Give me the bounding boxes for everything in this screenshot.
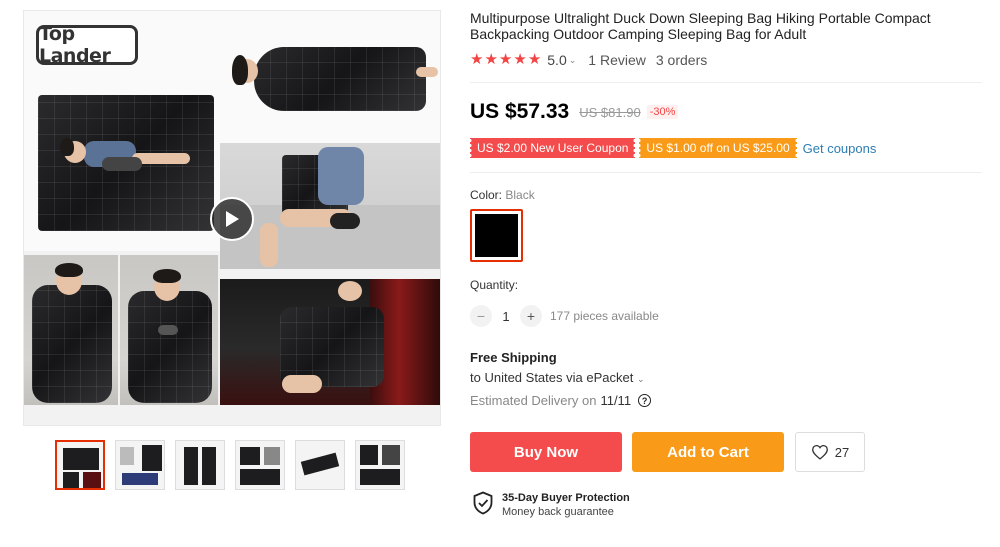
play-icon	[226, 211, 239, 227]
increase-quantity-button[interactable]: +	[520, 305, 542, 327]
thumbnail-2[interactable]	[115, 440, 165, 490]
image-panel-man-wrapped-2	[120, 255, 218, 405]
star-icon: ★	[513, 51, 527, 68]
original-price: US $81.90	[579, 104, 641, 120]
chevron-down-icon: ⌄	[636, 374, 645, 384]
star-icon: ★	[527, 51, 542, 68]
chevron-down-icon[interactable]: ⌄	[569, 55, 577, 66]
rating-stars: ★ ★ ★ ★ ★	[470, 52, 541, 68]
swatch-fill	[475, 214, 518, 257]
wishlist-count: 27	[834, 444, 850, 460]
star-icon: ★	[470, 51, 484, 68]
wishlist-button[interactable]: 27	[795, 432, 865, 472]
delivery-date: 11/11	[600, 393, 632, 408]
protection-text: 35-Day Buyer Protection Money back guara…	[502, 491, 630, 519]
shipping-destination-text: to United States via ePacket	[470, 370, 634, 385]
protection-title: 35-Day Buyer Protection	[502, 492, 630, 504]
thumbnail-6[interactable]	[355, 440, 405, 490]
shipping-destination[interactable]: to United States via ePacket ⌄	[470, 370, 644, 385]
stock-available: 177 pieces available	[550, 309, 659, 323]
rating-row: ★ ★ ★ ★ ★ 5.0 ⌄ 1 Review 3 orders	[470, 52, 708, 69]
play-video-button[interactable]	[210, 197, 254, 241]
new-user-coupon[interactable]: US $2.00 New User Coupon	[467, 138, 638, 158]
thumbnail-4[interactable]	[235, 440, 285, 490]
thumbnail-strip	[55, 440, 405, 490]
heart-icon	[811, 444, 828, 460]
discount-badge: -30%	[646, 105, 679, 119]
store-coupon[interactable]: US $1.00 off on US $25.00	[637, 138, 799, 158]
thumbnail-5[interactable]	[295, 440, 345, 490]
divider	[470, 82, 982, 83]
orders-count: 3 orders	[655, 52, 708, 68]
buyer-protection: 35-Day Buyer Protection Money back guara…	[472, 491, 630, 519]
shipping-title: Free Shipping	[470, 350, 557, 365]
image-panel-man-wrapped-1	[24, 255, 118, 405]
current-price: US $57.33	[470, 100, 570, 123]
quantity-value[interactable]: 1	[492, 309, 520, 324]
add-to-cart-button[interactable]: Add to Cart	[632, 432, 784, 472]
product-title: Multipurpose Ultralight Duck Down Sleepi…	[470, 10, 931, 42]
color-label: Color: Black	[470, 188, 535, 202]
thumbnail-3[interactable]	[175, 440, 225, 490]
image-panel-car-seat	[220, 279, 440, 405]
delivery-label: Estimated Delivery on	[470, 393, 597, 408]
divider	[470, 172, 982, 173]
color-value: Black	[505, 188, 535, 202]
color-swatch-black[interactable]	[470, 209, 523, 262]
image-panel-sofa-pillow	[220, 143, 440, 269]
help-icon[interactable]: ?	[638, 394, 652, 407]
star-icon: ★	[484, 51, 498, 68]
price-row: US $57.33 US $81.90 -30%	[470, 100, 679, 124]
coupon-row: US $2.00 New User Coupon US $1.00 off on…	[467, 138, 877, 158]
get-coupons-link[interactable]: Get coupons	[803, 141, 877, 156]
quantity-stepper: − 1 + 177 pieces available	[470, 305, 659, 327]
decrease-quantity-button[interactable]: −	[470, 305, 492, 327]
reviews-link[interactable]: 1 Review	[588, 52, 646, 68]
thumbnail-1[interactable]	[55, 440, 105, 490]
star-icon: ★	[498, 51, 513, 68]
estimated-delivery: Estimated Delivery on 11/11 ?	[470, 393, 652, 408]
rating-score[interactable]: 5.0	[547, 52, 566, 68]
color-label-text: Color:	[470, 188, 506, 202]
main-product-image[interactable]: Top Lander	[23, 10, 441, 426]
image-panel-person-in-bag	[220, 11, 440, 143]
quantity-label: Quantity:	[470, 278, 519, 292]
brand-logo: Top Lander	[36, 23, 138, 67]
shield-check-icon	[473, 491, 493, 515]
buy-now-button[interactable]: Buy Now	[470, 432, 622, 472]
protection-subtitle: Money back guarantee	[502, 506, 614, 518]
